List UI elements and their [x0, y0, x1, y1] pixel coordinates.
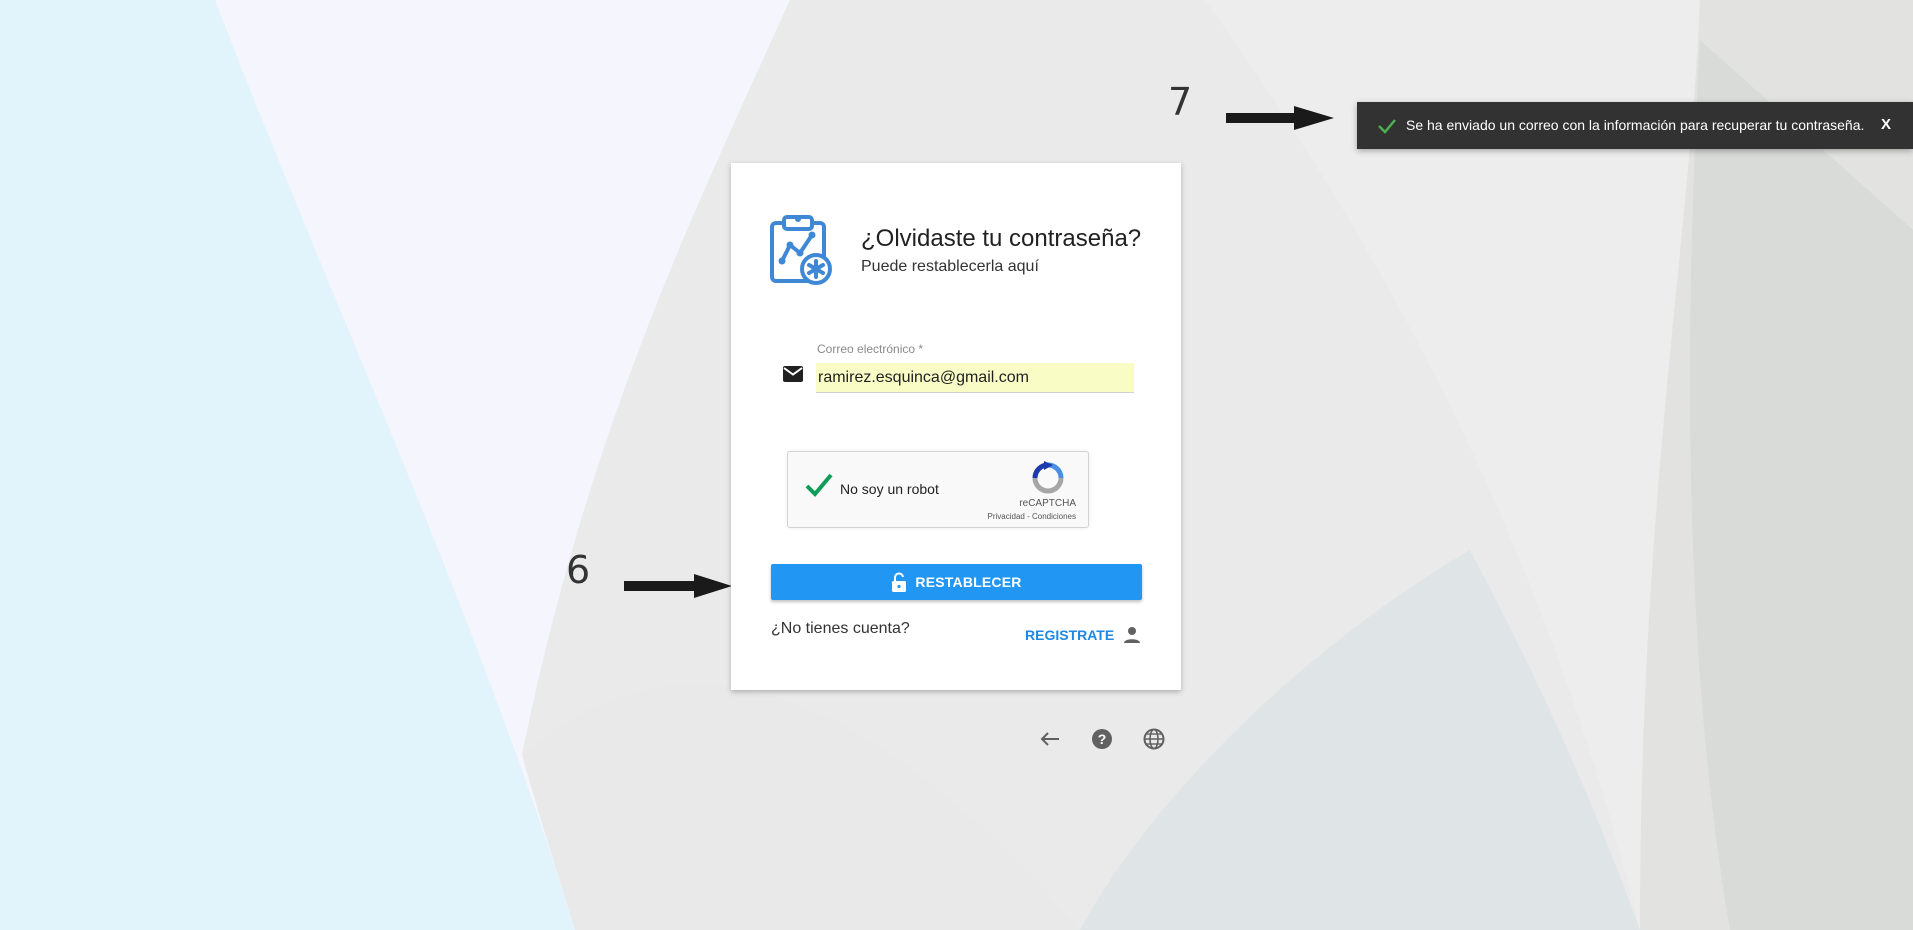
reset-button-label: RESTABLECER	[915, 574, 1022, 590]
register-link[interactable]: REGISTRATE	[1025, 625, 1142, 645]
check-icon	[1378, 119, 1396, 134]
language-icon[interactable]	[1142, 727, 1166, 751]
toast-close-button[interactable]: X	[1881, 116, 1891, 133]
email-field[interactable]	[816, 363, 1134, 393]
forgot-password-card: ¿Olvidaste tu contraseña? Puede restable…	[731, 163, 1181, 690]
mail-icon	[783, 366, 803, 382]
clipboard-medical-logo-icon	[770, 215, 832, 285]
person-icon	[1124, 627, 1141, 643]
annotation-arrow-7	[1226, 106, 1334, 130]
recaptcha-widget: No soy un robot reCAPTCHA Privacidad - C…	[787, 451, 1089, 528]
page-title: ¿Olvidaste tu contraseña?	[861, 225, 1142, 252]
reset-button[interactable]: RESTABLECER	[771, 564, 1142, 600]
register-link-label: REGISTRATE	[1025, 627, 1115, 643]
arrow-back-icon[interactable]	[1038, 727, 1062, 751]
footer-icons: ?	[1038, 727, 1166, 751]
svg-text:?: ?	[1098, 731, 1107, 747]
no-account-text: ¿No tienes cuenta?	[771, 620, 910, 637]
captcha-checkbox-checked-icon[interactable]	[804, 472, 834, 498]
lock-open-icon	[892, 572, 907, 592]
captcha-privacy-links[interactable]: Privacidad - Condiciones	[988, 512, 1077, 521]
success-toast: Se ha enviado un correo con la informaci…	[1357, 102, 1913, 149]
annotation-arrow-6	[624, 574, 732, 598]
page-subtitle: Puede restablecerla aquí	[861, 258, 1039, 275]
recaptcha-logo-icon	[1032, 461, 1064, 494]
captcha-brand: reCAPTCHA	[1019, 498, 1076, 509]
toast-message: Se ha enviado un correo con la informaci…	[1406, 117, 1865, 133]
annotation-number-7: 7	[1168, 80, 1193, 124]
help-icon[interactable]: ?	[1090, 727, 1114, 751]
annotation-number-6: 6	[566, 548, 591, 592]
captcha-label: No soy un robot	[840, 481, 939, 497]
email-field-label: Correo electrónico *	[817, 342, 924, 356]
